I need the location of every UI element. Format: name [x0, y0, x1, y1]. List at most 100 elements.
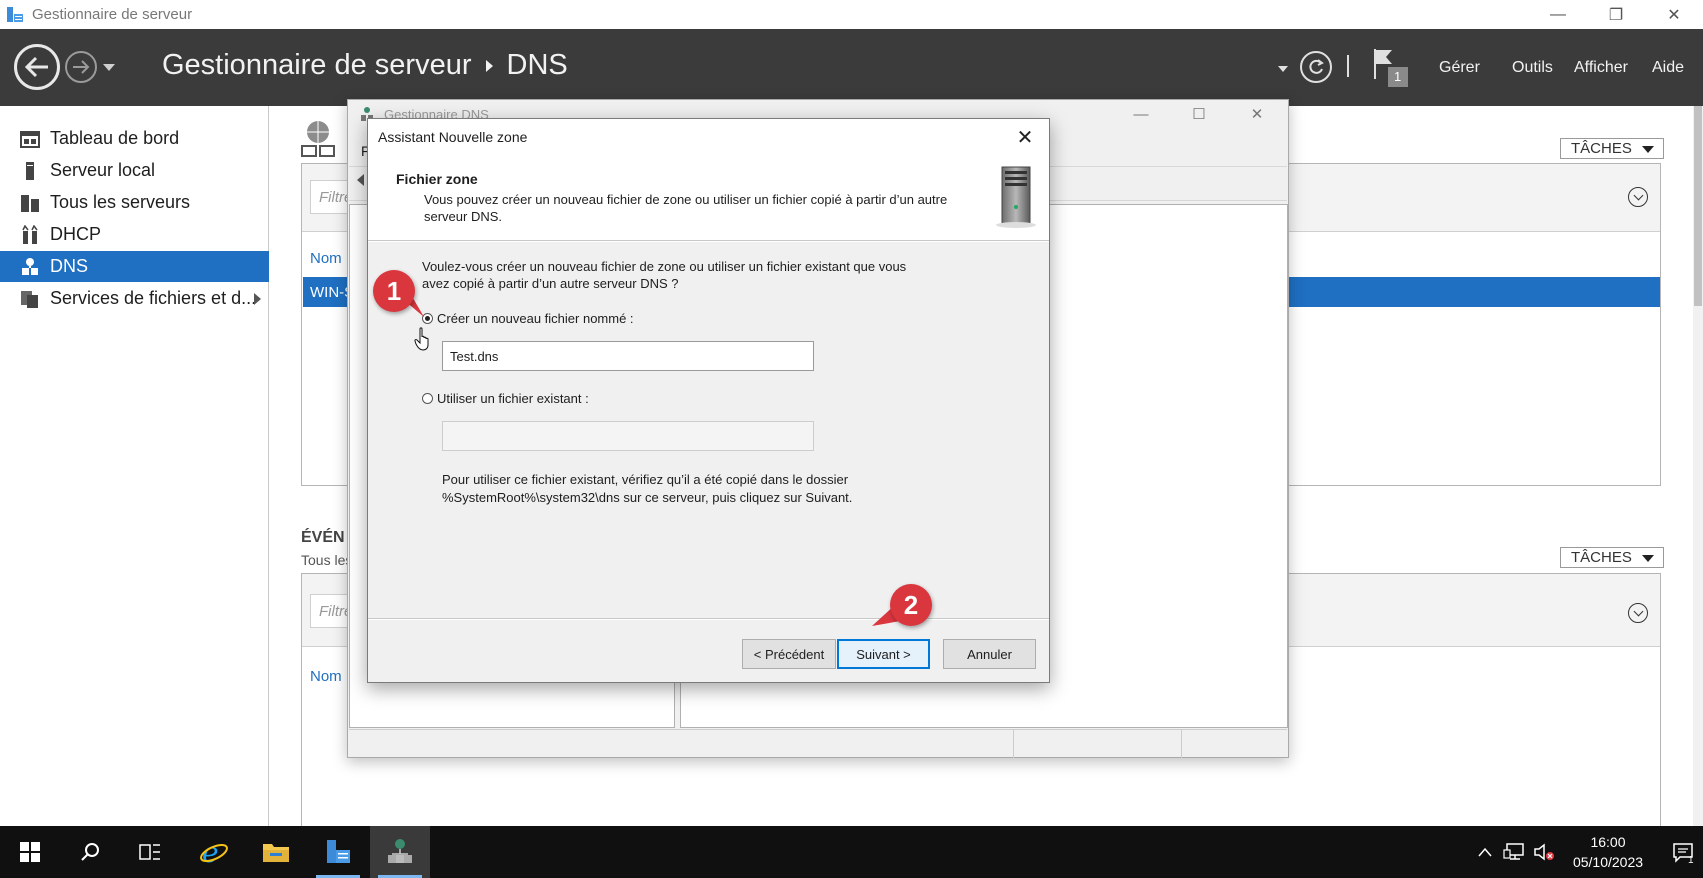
start-button[interactable]: [0, 826, 60, 878]
internet-explorer-icon: e: [200, 837, 228, 867]
taskbar-clock[interactable]: 16:00 05/10/2023: [1558, 832, 1658, 872]
dns-maximize-button[interactable]: ☐: [1170, 100, 1228, 128]
dns-status-bar: [349, 729, 1287, 758]
column-header-name[interactable]: Nom: [310, 250, 342, 267]
menu-help[interactable]: Aide: [1652, 59, 1684, 77]
forward-button[interactable]: [65, 51, 97, 83]
back-wizard-button[interactable]: < Précédent: [742, 639, 836, 669]
breadcrumb: Gestionnaire de serveur DNS: [162, 49, 568, 82]
collapse-servers-icon[interactable]: [1628, 187, 1648, 207]
show-hidden-icons-icon[interactable]: [1474, 847, 1496, 857]
notifications-flag[interactable]: 1: [1372, 47, 1412, 89]
radio-unchecked-icon[interactable]: [422, 393, 433, 404]
tasks-dropdown-events[interactable]: TÂCHES: [1560, 547, 1664, 568]
notification-count: 1: [1394, 69, 1402, 84]
close-window-button[interactable]: ✕: [1645, 0, 1703, 29]
chevron-down-icon: [1642, 555, 1654, 562]
sidebar-item-local-server[interactable]: Serveur local: [0, 155, 269, 186]
svg-text:1: 1: [1688, 855, 1694, 863]
chevron-down-icon: [1642, 146, 1654, 153]
collapse-events-icon[interactable]: [1628, 603, 1648, 623]
window-title: Gestionnaire de serveur: [32, 6, 193, 23]
breadcrumb-current: DNS: [506, 49, 568, 81]
sidebar-item-file-services[interactable]: Services de fichiers et d...: [0, 283, 269, 314]
server-manager-icon: [327, 840, 350, 863]
refresh-button[interactable]: [1300, 51, 1332, 83]
dashboard-icon: [20, 129, 40, 149]
tasks-dropdown-servers[interactable]: TÂCHES: [1560, 138, 1664, 159]
column-header-name[interactable]: Nom: [310, 668, 342, 685]
refresh-icon: [1309, 59, 1324, 74]
back-button[interactable]: [14, 44, 60, 90]
wizard-header-description: Vous pouvez créer un nouveau fichier de …: [424, 192, 948, 224]
wizard-close-button[interactable]: ✕: [1013, 125, 1037, 149]
task-view-icon: [139, 844, 160, 860]
task-view-button[interactable]: [120, 826, 180, 878]
clock-time: 16:00: [1590, 834, 1626, 850]
search-icon: [81, 843, 99, 861]
folder-icon: [263, 844, 289, 862]
window-titlebar: Gestionnaire de serveur — ❐ ✕: [0, 0, 1703, 29]
cancel-wizard-button[interactable]: Annuler: [943, 639, 1036, 669]
sidebar-item-label: Tableau de bord: [50, 128, 180, 148]
taskbar-internet-explorer[interactable]: e: [184, 826, 244, 878]
taskbar: e 16:00 05/10/2023 1: [0, 826, 1703, 878]
wizard-title: Assistant Nouvelle zone: [378, 129, 528, 145]
dns-icon: [20, 257, 40, 277]
events-subtitle: Tous les: [301, 552, 353, 568]
server-manager-icon: [6, 6, 24, 24]
sidebar-item-label: DNS: [50, 256, 89, 276]
arrow-left-icon: [24, 56, 48, 78]
minimize-button[interactable]: —: [1529, 0, 1587, 29]
events-title: ÉVÉN: [301, 529, 345, 546]
servers-icon: [20, 193, 40, 213]
sidebar-item-dhcp[interactable]: DHCP: [0, 219, 269, 250]
hand-cursor-icon: [414, 327, 432, 351]
step-badge-1: 1: [373, 270, 415, 312]
step-badge-2: 2: [890, 584, 932, 626]
menu-manage[interactable]: Gérer: [1439, 59, 1480, 77]
radio-create-new-label[interactable]: Créer un nouveau fichier nommé :: [437, 311, 634, 326]
file-services-icon: [20, 289, 40, 309]
header-dropdown-icon[interactable]: [1278, 66, 1288, 72]
expand-arrow-icon[interactable]: [254, 293, 261, 305]
menu-tools[interactable]: Outils: [1512, 59, 1553, 77]
restore-button[interactable]: ❐: [1587, 0, 1645, 29]
system-tray: [1474, 826, 1558, 878]
header-divider: [1347, 55, 1349, 77]
sidebar-item-label: Tous les serveurs: [50, 192, 191, 212]
sidebar-item-all-servers[interactable]: Tous les serveurs: [0, 187, 269, 218]
next-wizard-button[interactable]: Suivant >: [837, 639, 930, 669]
taskbar-dns-manager[interactable]: [370, 826, 430, 878]
volume-muted-icon[interactable]: [1530, 842, 1558, 862]
radio-use-existing-file[interactable]: Utiliser un fichier existant :: [422, 391, 589, 406]
server-tower-icon: [990, 163, 1042, 229]
radio-use-existing-label[interactable]: Utiliser un fichier existant :: [437, 391, 589, 406]
wizard-header-title: Fichier zone: [396, 171, 478, 187]
sidebar-item-label: DHCP: [50, 224, 102, 244]
dns-icon: [388, 839, 412, 863]
breadcrumb-separator-icon: [485, 59, 493, 72]
server-icon: [20, 161, 40, 181]
main-scrollbar[interactable]: [1693, 106, 1703, 826]
dns-minimize-button[interactable]: —: [1112, 100, 1170, 128]
dns-close-button[interactable]: ✕: [1228, 100, 1286, 128]
wizard-question: Voulez-vous créer un nouveau fichier de …: [422, 259, 907, 291]
network-icon[interactable]: [1500, 842, 1528, 862]
new-file-name-input[interactable]: Test.dns: [442, 341, 814, 371]
menu-view[interactable]: Afficher: [1574, 59, 1628, 77]
servers-globe-icon: [300, 120, 336, 158]
taskbar-server-manager[interactable]: [308, 826, 368, 878]
history-dropdown-icon[interactable]: [103, 64, 115, 71]
sidebar-item-dns[interactable]: DNS: [0, 251, 269, 282]
notification-icon: 1: [1672, 843, 1694, 863]
action-center-button[interactable]: 1: [1664, 826, 1703, 878]
sidebar-item-dashboard[interactable]: Tableau de bord: [0, 123, 269, 154]
sidebar-item-label: Services de fichiers et d...: [50, 288, 257, 308]
breadcrumb-root[interactable]: Gestionnaire de serveur: [162, 49, 472, 82]
sidebar-item-label: Serveur local: [50, 160, 156, 180]
radio-create-new-file[interactable]: Créer un nouveau fichier nommé :: [422, 311, 634, 326]
search-button[interactable]: [60, 826, 120, 878]
taskbar-file-explorer[interactable]: [246, 826, 306, 878]
left-navigation: Tableau de bord Serveur local Tous les s…: [0, 106, 269, 826]
